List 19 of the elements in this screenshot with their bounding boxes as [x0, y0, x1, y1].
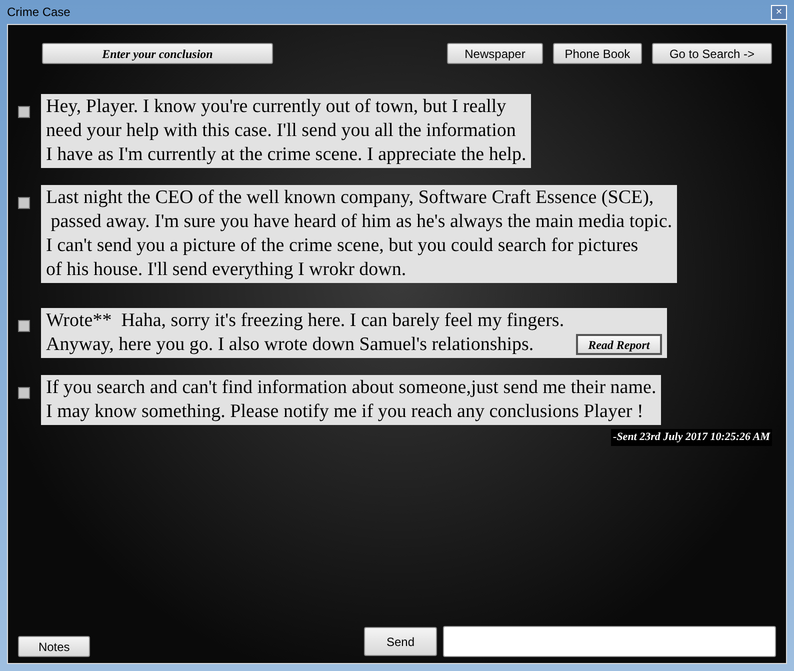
checkbox[interactable] — [18, 320, 30, 332]
message-text: Wrote** Haha, sorry it's freezing here. I can barely feel my fingers. Anyway, here you go. I also wrote down Samuel's relationships. — [46, 309, 564, 357]
toolbar-button[interactable]: Go to Search -> — [652, 43, 772, 64]
close-button[interactable]: × — [771, 4, 787, 20]
sent-timestamp: -Sent 23rd July 2017 10:25:26 AM — [611, 429, 772, 446]
message-text: Hey, Player. I know you're currently out of town, but I really need your help with this case. I'll send you all the information I have as I'm currently at the crime scene. I appreciate the help. — [46, 95, 526, 167]
send-button[interactable]: Send — [364, 627, 437, 656]
checkbox[interactable] — [18, 387, 30, 399]
message-text: If you search and can't find information about someone,just send me their name. I may know something. Please notify me if you reach any conclusions Player ! — [46, 376, 656, 424]
window-title: Crime Case — [7, 4, 70, 21]
conclusion-button[interactable]: Enter your conclusion — [42, 43, 273, 64]
message-text: Last night the CEO of the well known company, Software Craft Essence (SCE), passed away. I'm sure you have heard of him as he's always the main media topic. I can't send you a picture of the crime scene, but you could search for pictures of his house. I'll send everything I wrokr down. — [46, 186, 672, 282]
toolbar-button[interactable]: Newspaper — [447, 43, 543, 64]
message-input[interactable] — [442, 626, 776, 657]
checkbox[interactable] — [18, 106, 30, 118]
toolbar-button[interactable]: Phone Book — [553, 43, 642, 64]
notes-button[interactable]: Notes — [18, 636, 90, 657]
read-report-button[interactable]: Read Report — [576, 334, 662, 355]
checkbox[interactable] — [18, 197, 30, 209]
